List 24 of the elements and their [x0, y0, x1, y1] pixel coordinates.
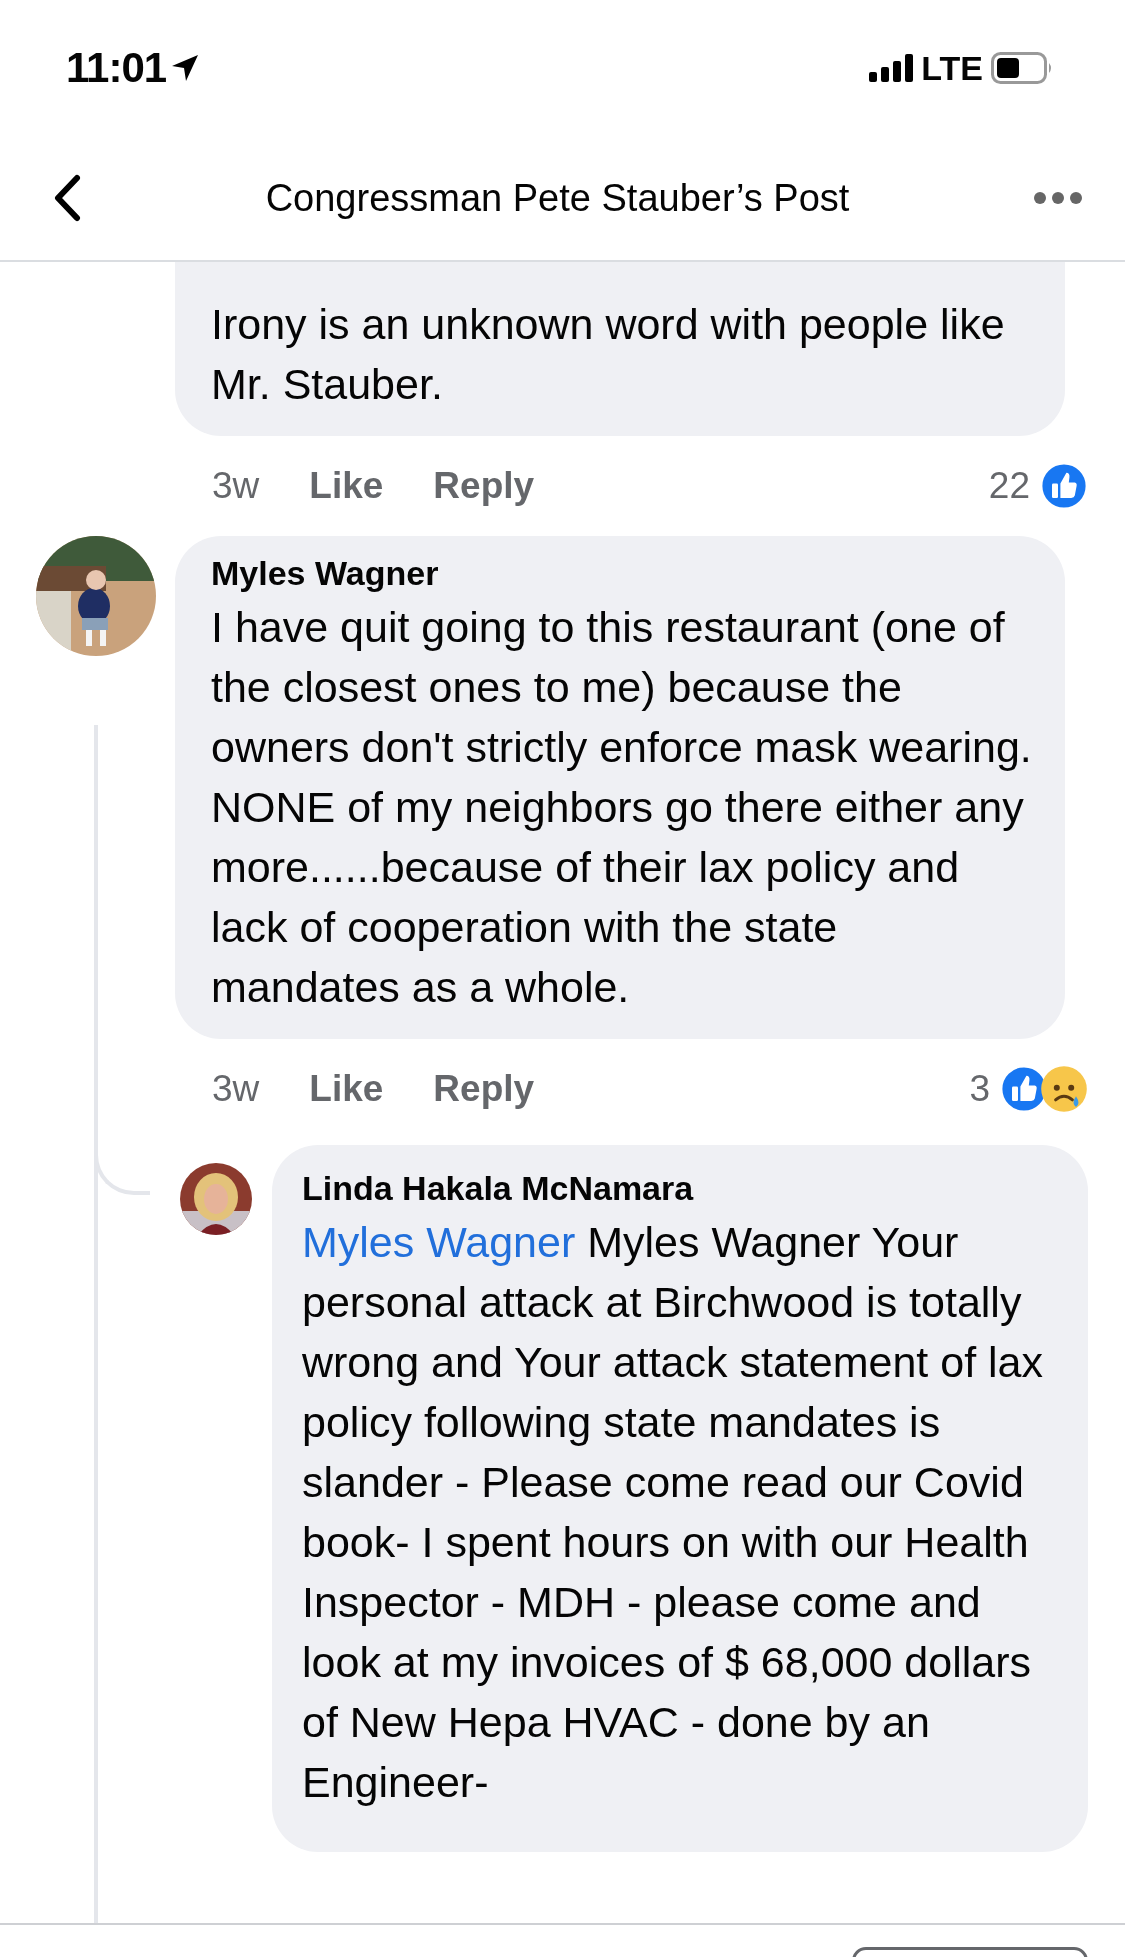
back-icon[interactable]	[52, 174, 82, 222]
comment-action[interactable]: Like	[309, 1068, 384, 1110]
comment-action[interactable]: Reply	[433, 1068, 535, 1110]
comment-text: Myles Wagner Myles Wagner Your personal attack at Birchwood is totally wrong and Your attack statement of lax policy following state mandates is slander - Please come read our Covid book- I spent hours on with our Health Inspector - MDH - please come and look at my invoices of $ 68,000 dollars of New Hepa HVAC - done by an Engineer-	[302, 1217, 1044, 1808]
comment-age: 3w	[212, 465, 260, 507]
location-arrow-icon	[170, 53, 201, 83]
comment-author[interactable]: Myles Wagner	[211, 554, 1035, 593]
comment-age: 3w	[212, 1068, 260, 1110]
comment-text: Irony is an unknown word with people like Mr. Stauber.	[211, 299, 1006, 410]
comment-action[interactable]: Reply	[433, 465, 535, 507]
status-time: 11:01	[66, 44, 167, 92]
comment-author[interactable]: Linda Hakala McNamara	[302, 1169, 1064, 1208]
post-title: Congressman Pete Stauber’s Post	[265, 176, 850, 220]
reaction-count: 22	[988, 465, 1030, 507]
like-reaction-icon	[1040, 462, 1088, 510]
mention-link[interactable]: Myles Wagner	[302, 1218, 576, 1266]
signal-icon	[869, 54, 914, 82]
reaction-count: 3	[969, 1068, 990, 1110]
network-label: LTE	[921, 48, 983, 88]
comment-text: I have quit going to this restaurant (one of the closest ones to me) because the owners don't strictly enforce mask wearing. NONE of my neighbors go there either any more......because of their lax policy and lack of cooperation with the state mandates as a whole.	[211, 602, 1033, 1013]
more-icon[interactable]	[1033, 191, 1083, 205]
sad-reaction-icon	[1040, 1065, 1088, 1113]
battery-icon	[991, 52, 1053, 84]
comment-action[interactable]: Like	[309, 465, 384, 507]
